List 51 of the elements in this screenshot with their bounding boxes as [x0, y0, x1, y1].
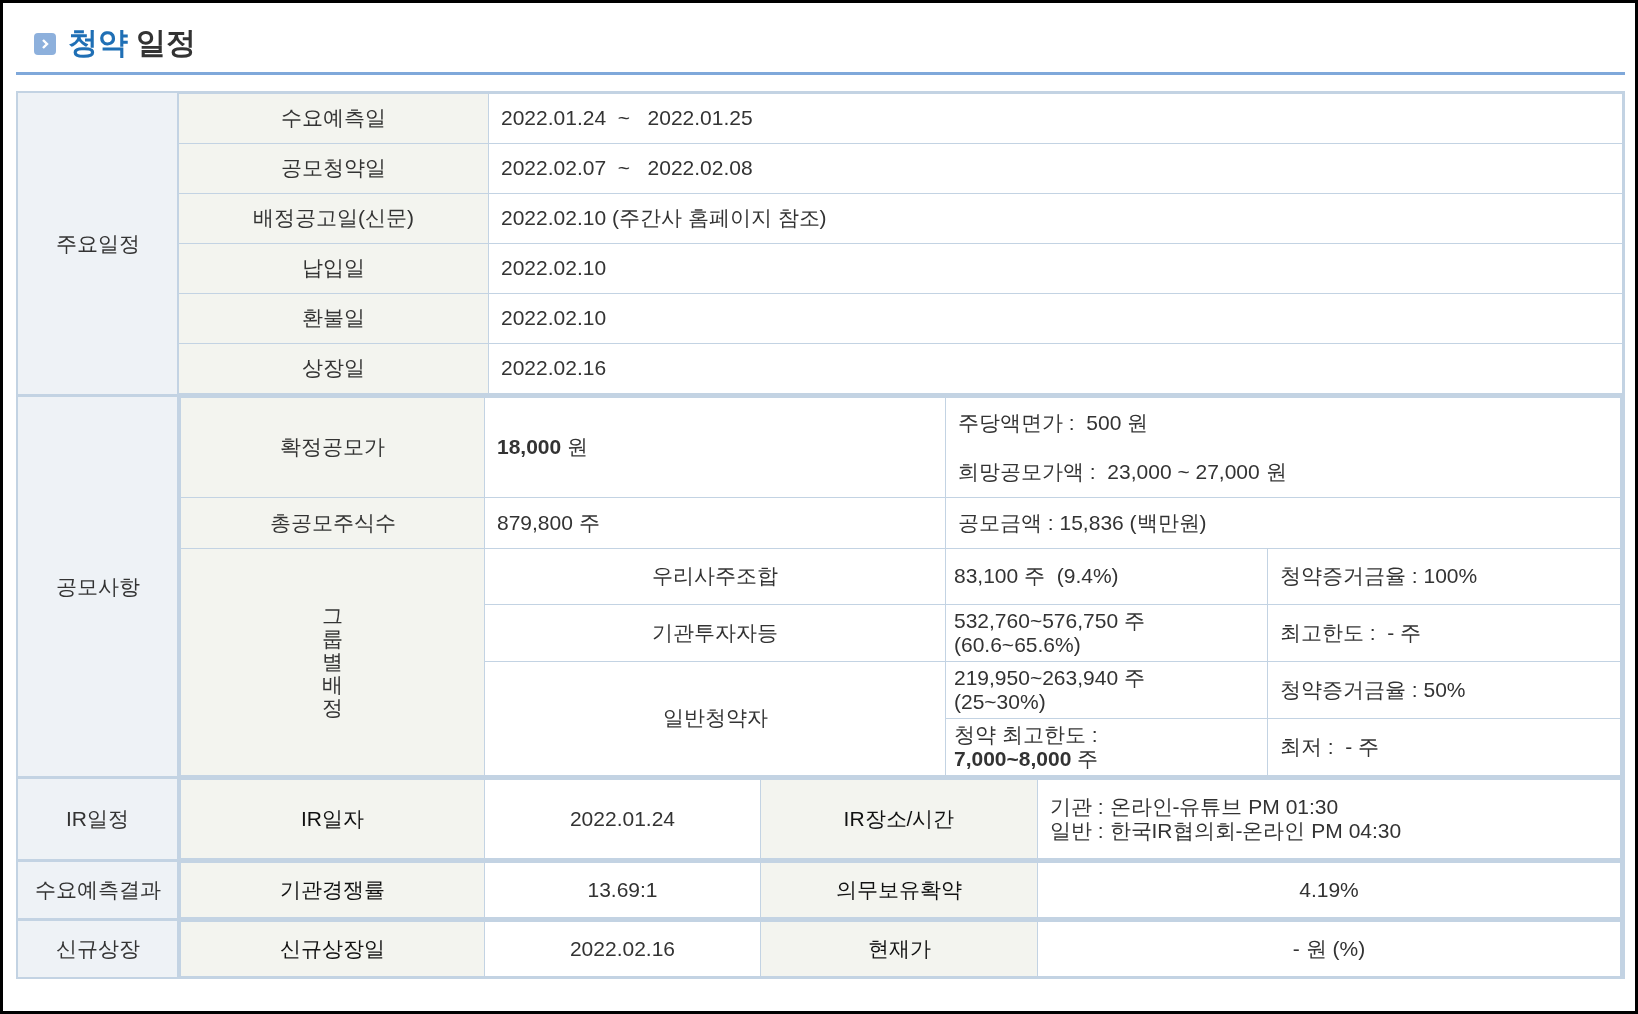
field-value: 13.69:1 — [484, 862, 761, 918]
field-label: 확정공모가 — [179, 397, 485, 498]
field-label: IR일자 — [179, 779, 485, 859]
field-value: 2022.02.16 — [484, 921, 761, 977]
group-name: 기관투자자등 — [484, 604, 946, 662]
field-value: 2022.02.10 (주간사 홈페이지 참조) — [488, 193, 1623, 244]
section-title: 청약 일정 — [68, 25, 197, 61]
field-value: 2022.02.07 ~ 2022.02.08 — [488, 143, 1623, 194]
row-label: IR일정 — [18, 779, 178, 859]
field-label: 환불일 — [178, 293, 489, 344]
field-label: IR장소/시간 — [760, 779, 1038, 859]
row-label: 공모사항 — [18, 397, 178, 776]
row-label: 주요일정 — [18, 93, 178, 394]
field-label: 공모청약일 — [178, 143, 489, 194]
cell-text: 532,760~576,750 주 (60.6~65.6%) — [954, 608, 1146, 656]
field-value: 최저 : - 주 — [1267, 718, 1622, 776]
row-label: 신규상장 — [18, 921, 178, 977]
field-label: 납입일 — [178, 243, 489, 294]
cell-text: 219,950~263,940 주 (25~30%) — [954, 665, 1146, 713]
field-value: 청약증거금율 : 100% — [1267, 548, 1622, 605]
group-name: 우리사주조합 — [484, 548, 946, 605]
field-label: 신규상장일 — [179, 921, 485, 977]
vertical-label: 그룹별배정 — [322, 603, 343, 720]
field-value: 2022.02.16 — [488, 343, 1623, 394]
field-label: 현재가 — [760, 921, 1038, 977]
field-label: 배정공고일(신문) — [178, 193, 489, 244]
cell-text: 일반 : 한국IR협의회-온라인 PM 04:30 — [1050, 819, 1402, 842]
field-label: 수요예측일 — [178, 93, 489, 144]
chevron-icon — [34, 32, 56, 55]
field-value: 2022.02.10 — [488, 293, 1623, 344]
cell-text: 83,100 주 (9.4%) — [954, 564, 1119, 588]
field-value: 879,800 주 — [484, 497, 946, 549]
field-value: 2022.02.10 — [488, 243, 1623, 294]
cell-text: 청약 최고한도 : 7,000~8,000 주 — [954, 722, 1100, 770]
cell-text: 기관 : 온라인-유튜브 PM 01:30 — [1050, 794, 1339, 818]
row-label: 수요예측결과 — [18, 862, 178, 918]
field-label: 상장일 — [178, 343, 489, 394]
cell-text: 주당액면가 : 500 원 — [958, 411, 1150, 436]
field-value: 공모금액 : 15,836 (백만원) — [945, 497, 1622, 549]
cell-text: 18,000 원 — [497, 435, 589, 459]
field-label: 기관경쟁률 — [179, 862, 485, 918]
field-label: 총공모주식수 — [179, 497, 485, 549]
cell-text: 4.19% — [1299, 877, 1359, 901]
cell-text: - 원 (%) — [1292, 936, 1366, 960]
field-value: 2022.01.24 — [484, 779, 761, 859]
field-value: 청약증거금율 : 50% — [1267, 661, 1622, 719]
field-value: 최고한도 : - 주 — [1267, 604, 1622, 662]
field-value: 2022.01.24 ~ 2022.01.25 — [488, 93, 1623, 144]
group-name: 일반청약자 — [484, 661, 946, 776]
cell-text: 희망공모가액 : 23,000 ~ 27,000 원 — [958, 459, 1288, 484]
field-label: 의무보유확약 — [760, 862, 1038, 918]
